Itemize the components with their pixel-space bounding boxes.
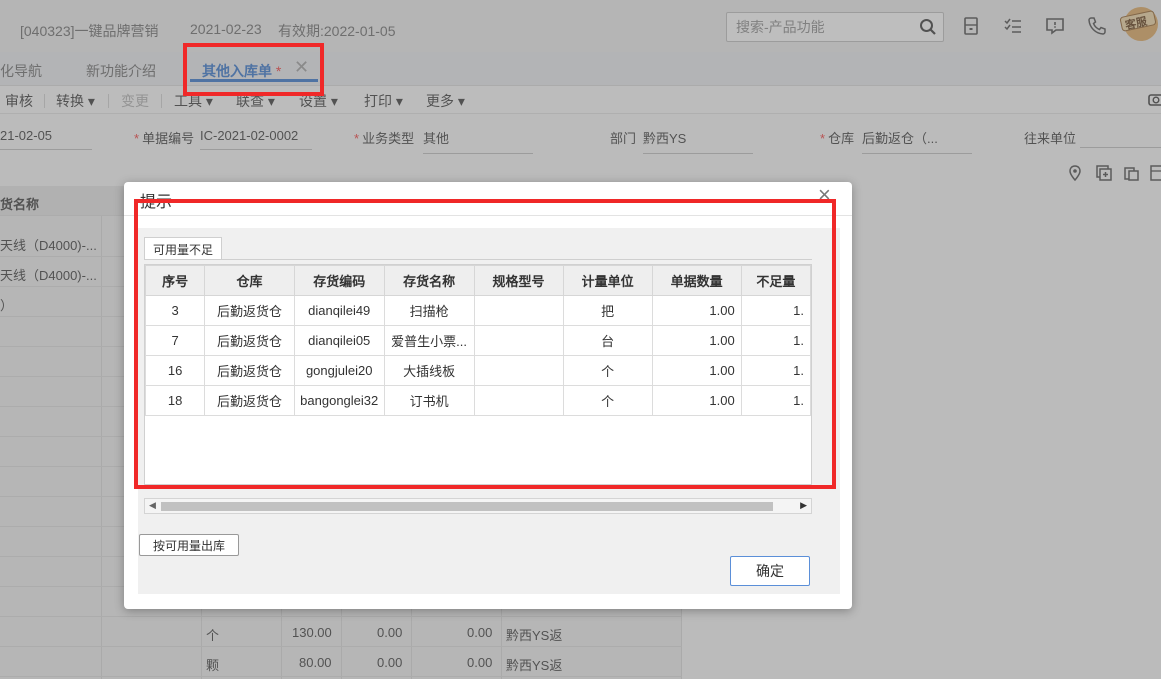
highlight-box-tab xyxy=(183,43,324,96)
horizontal-scrollbar[interactable]: ◀ ▶ xyxy=(144,498,812,514)
confirm-button[interactable]: 确定 xyxy=(730,556,810,586)
outbound-by-available-button[interactable]: 按可用量出库 xyxy=(139,534,239,556)
scroll-right-icon[interactable]: ▶ xyxy=(800,500,807,511)
scroll-left-icon[interactable]: ◀ xyxy=(149,500,156,511)
scrollbar-thumb[interactable] xyxy=(161,502,773,511)
highlight-box-table xyxy=(134,199,836,489)
